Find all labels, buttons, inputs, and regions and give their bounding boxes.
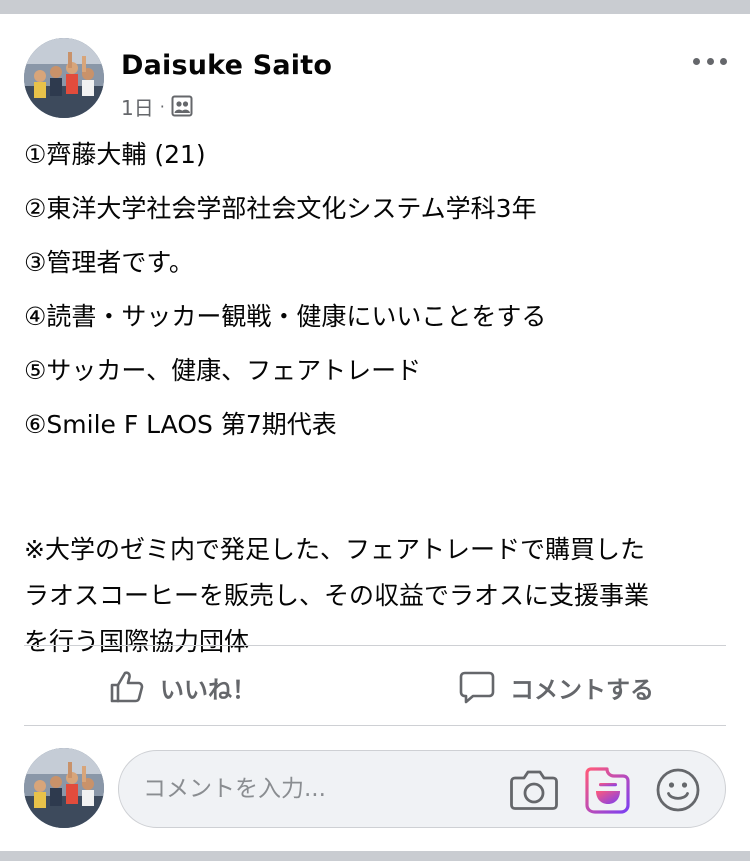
group-audience-icon[interactable] [171,95,193,117]
post-note-line: を行う国際協力団体 [24,627,250,656]
meta-separator: · [159,96,165,116]
commenter-avatar-photo [24,748,104,828]
comment-composer [118,750,726,828]
comment-bubble-icon [459,671,495,704]
comment-input[interactable] [143,771,503,807]
post-line: ⑤サッカー、健康、フェアトレード [24,356,422,385]
post-line: ②東洋大学社会学部社会文化システム学科3年 [24,194,537,223]
emoji-icon[interactable] [655,767,701,813]
top-separator-band [0,0,750,14]
camera-icon[interactable] [509,767,559,813]
post-line: ③管理者です。 [24,248,194,277]
thumbs-up-icon [110,671,144,703]
gif-sticker-icon[interactable] [583,765,631,815]
commenter-avatar[interactable] [24,748,104,828]
comment-label: コメントする [510,675,654,704]
post-note-line: ラオスコーヒーを販売し、その収益でラオスに支援事業 [24,581,650,610]
comment-button[interactable]: コメントする [458,664,654,710]
author-avatar[interactable] [24,38,104,118]
post-meta: 1日 · [121,92,193,120]
author-avatar-photo [24,38,104,118]
author-name[interactable]: Daisuke Saito [121,50,332,81]
post-note-line: ※大学のゼミ内で発足した、フェアトレードで購買した [24,535,645,564]
like-label: いいね！ [160,675,256,704]
post-line: ①齊藤大輔 (21) [24,140,206,169]
bottom-separator-band [0,851,750,861]
actions-top-divider [24,645,726,646]
actions-bottom-divider [24,725,726,726]
post-body: ①齊藤大輔 (21) ②東洋大学社会学部社会文化システム学科3年 ③管理者です。… [24,140,734,665]
post-line: ⑥Smile F LAOS 第7期代表 [24,410,337,439]
post-timestamp[interactable]: 1日 [121,92,154,121]
like-button[interactable]: いいね！ [108,664,256,710]
post-line: ④読書・サッカー観戦・健康にいいことをする [24,302,547,331]
more-options-icon[interactable] [693,54,727,68]
